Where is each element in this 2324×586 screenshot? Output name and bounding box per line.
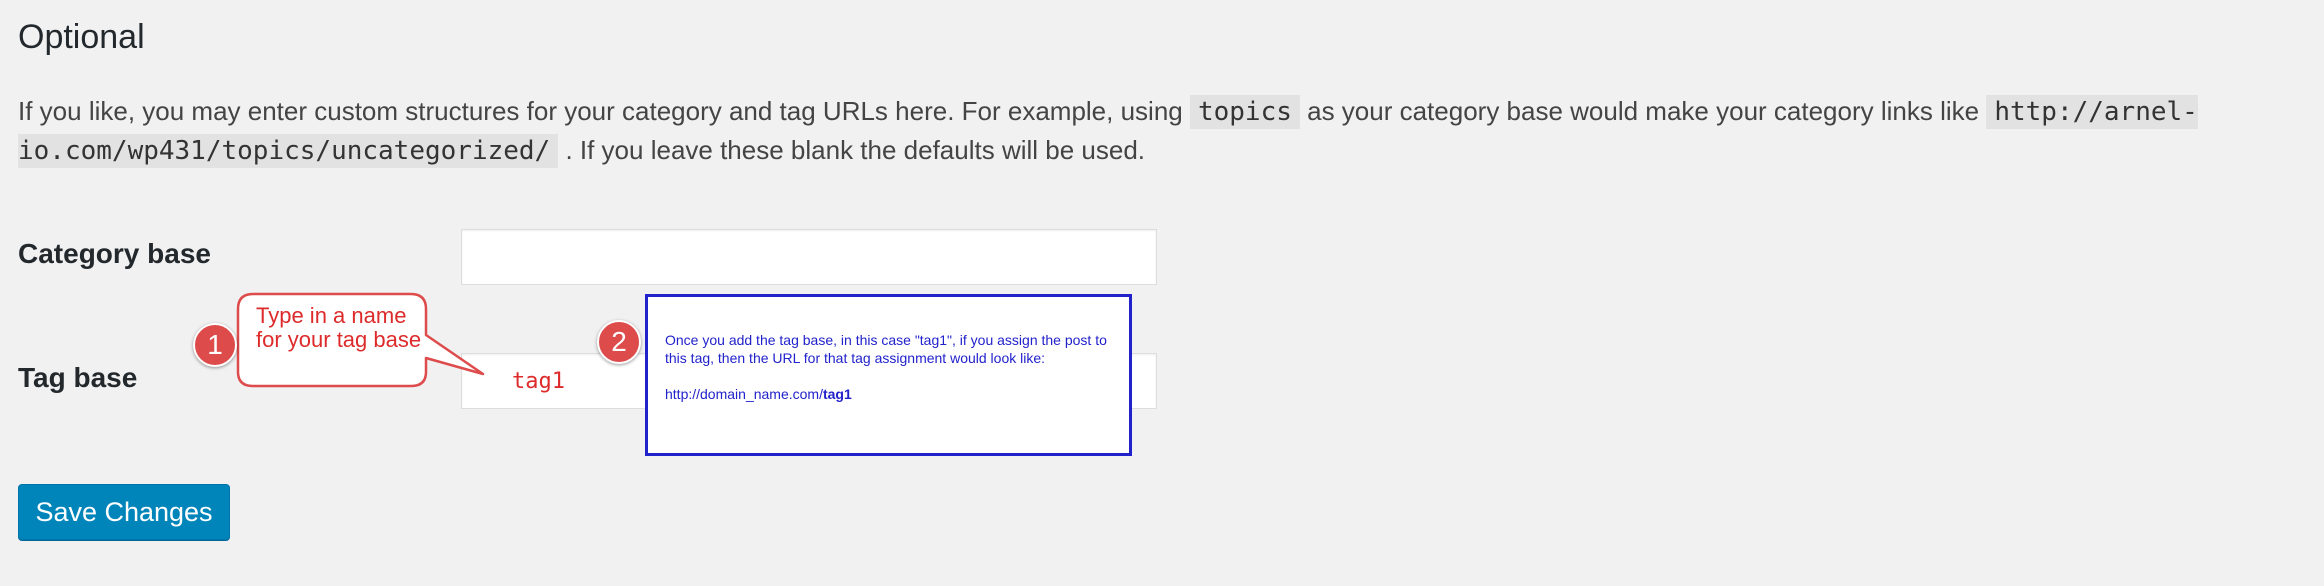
info-box-example-url: http://domain_name.com/tag1	[665, 385, 1111, 403]
section-description: If you like, you may enter custom struct…	[18, 92, 2308, 170]
step-2-badge: 2	[597, 320, 641, 364]
info-box-description: Once you add the tag base, in this case …	[665, 332, 1107, 366]
intro-text-start: If you like, you may enter custom struct…	[18, 96, 1190, 126]
info-box-url-tag: tag1	[822, 386, 852, 402]
section-title: Optional	[18, 18, 145, 56]
example-category-base-code: topics	[1189, 95, 1300, 129]
info-box-url-prefix: http://domain_name.com/	[665, 386, 823, 402]
tag-base-label: Tag base	[18, 362, 138, 393]
intro-text-end: . If you leave these blank the defaults …	[558, 135, 1146, 165]
category-base-label: Category base	[18, 238, 211, 269]
intro-text-middle: as your category base would make your ca…	[1299, 96, 1987, 126]
category-base-input[interactable]	[461, 229, 1157, 285]
callout-1-text: Type in a name for your tag base	[256, 303, 422, 352]
step-1-badge: 1	[193, 323, 237, 367]
save-changes-button[interactable]: Save Changes	[18, 484, 230, 540]
tag-url-info-box: Once you add the tag base, in this case …	[645, 294, 1132, 456]
